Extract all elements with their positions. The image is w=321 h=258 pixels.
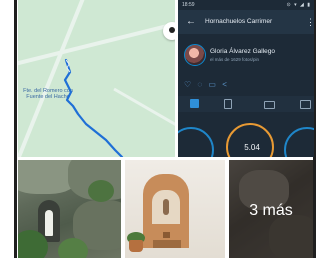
chat-tab-icon	[264, 101, 275, 109]
bookmark-icon: ▭	[208, 80, 216, 89]
avatar	[184, 44, 206, 66]
status-icons: ⊙ ▾ ◢ ▮	[286, 2, 311, 8]
shrine-niche	[152, 190, 180, 224]
more-photos-label: 3 más	[249, 202, 293, 219]
tab-bar	[178, 96, 314, 112]
route-track	[63, 58, 124, 157]
app-bar-title: Hornachuelos Carrimer	[205, 18, 273, 25]
plant	[88, 180, 114, 202]
document-tab-icon	[224, 99, 232, 109]
compass-icon	[163, 22, 175, 40]
gallery-border-left	[14, 0, 17, 258]
fountain-tap	[163, 232, 170, 238]
stat-value: 5.04	[244, 143, 260, 152]
user-name: Gloria Álvarez Gallego	[210, 48, 276, 55]
app-screenshot-thumbnail[interactable]: 18:59 ⊙ ▾ ◢ ▮ ← Hornachuelos Carrimer ⋮ …	[178, 0, 314, 157]
more-photos-thumbnail[interactable]: 3 más	[229, 160, 313, 258]
fountain-basin	[153, 240, 181, 248]
shrine-figure	[163, 199, 169, 215]
share-icon: <	[222, 80, 227, 89]
photo-tab-icon	[300, 100, 311, 109]
action-row: ♡ ◌ ▭ <	[184, 80, 231, 90]
route-map-thumbnail[interactable]: Fte. del Romero con Fuente del Hacho	[18, 0, 175, 157]
user-subtitle: el más de 1629 fotos/pin	[210, 57, 260, 62]
flower-pot	[129, 240, 143, 252]
comment-icon: ◌	[197, 80, 203, 89]
photo-gallery: Fte. del Romero con Fuente del Hacho 18:…	[0, 0, 321, 258]
map-tab-icon	[190, 99, 199, 108]
stat-ring-right	[284, 127, 314, 157]
stat-ring-left	[178, 127, 214, 157]
status-time: 18:59	[182, 2, 195, 8]
shrine-photo-thumbnail[interactable]	[125, 160, 225, 258]
fountain-shrine	[143, 174, 189, 248]
overflow-menu-icon: ⋮	[306, 17, 314, 27]
arrow-back-icon: ←	[186, 16, 196, 27]
plant	[58, 238, 88, 258]
app-bar: ← Hornachuelos Carrimer ⋮	[178, 10, 314, 34]
status-bar: 18:59 ⊙ ▾ ◢ ▮	[178, 0, 314, 10]
virgin-statue	[45, 210, 53, 236]
heart-icon: ♡	[184, 80, 192, 89]
grotto-photo-thumbnail[interactable]	[18, 160, 121, 258]
